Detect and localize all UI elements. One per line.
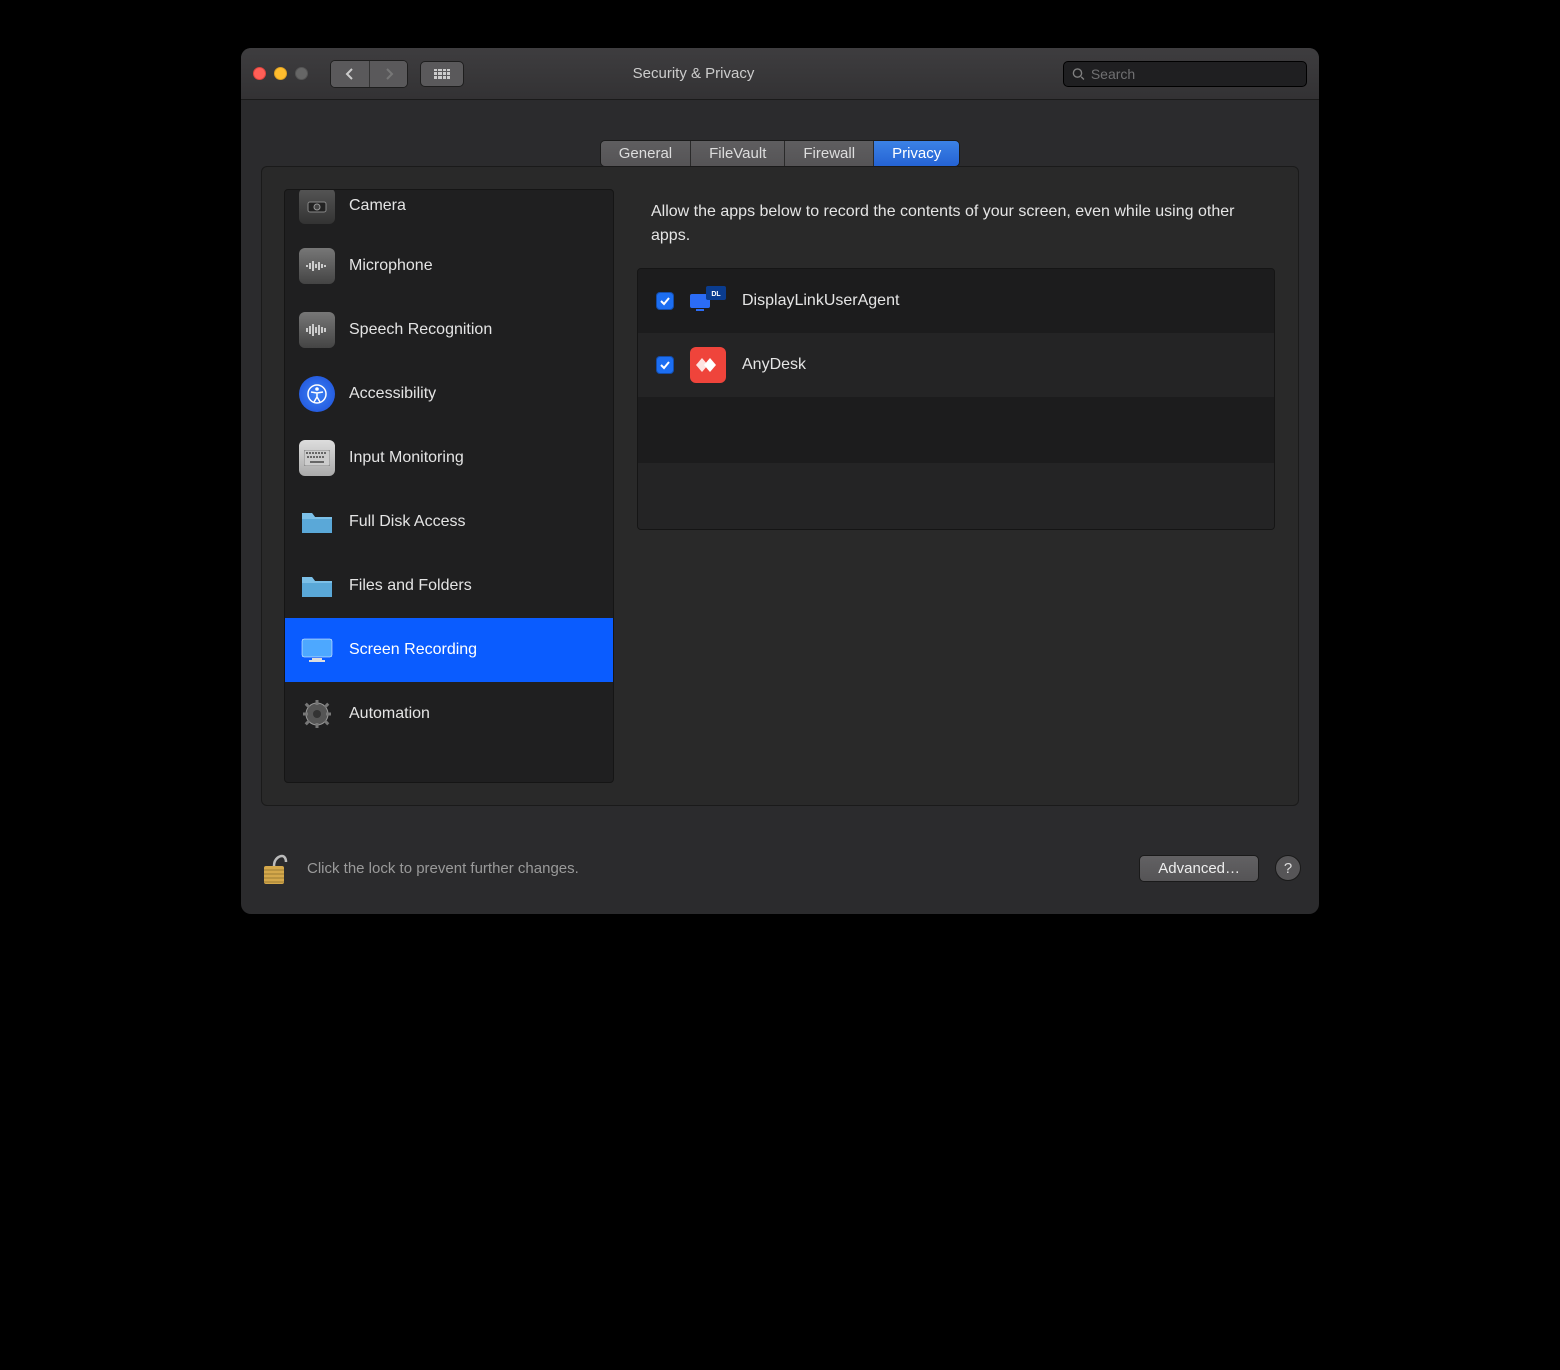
close-window-button[interactable] (253, 67, 266, 80)
app-row-displaylink[interactable]: DL DisplayLinkUserAgent (638, 269, 1274, 333)
sidebar-item-automation[interactable]: Automation (285, 682, 613, 746)
app-row-empty (638, 463, 1274, 529)
tab-general[interactable]: General (601, 141, 690, 166)
main-pane: Allow the apps below to record the conte… (636, 189, 1276, 783)
camera-icon (299, 189, 335, 224)
sidebar-item-label: Camera (349, 197, 406, 215)
sidebar-item-label: Microphone (349, 257, 433, 275)
folder-icon (299, 504, 335, 540)
search-field[interactable] (1063, 61, 1307, 87)
zoom-window-button[interactable] (295, 67, 308, 80)
app-row-anydesk[interactable]: AnyDesk (638, 333, 1274, 397)
privacy-panel: Camera Microphone Speech Recognition (261, 166, 1299, 806)
sidebar-item-label: Files and Folders (349, 577, 472, 595)
displaylink-icon: DL (690, 283, 726, 319)
sidebar-item-microphone[interactable]: Microphone (285, 234, 613, 298)
lock-description: Click the lock to prevent further change… (307, 860, 1123, 877)
app-list: DL DisplayLinkUserAgent AnyDesk (637, 268, 1275, 530)
privacy-category-list[interactable]: Camera Microphone Speech Recognition (284, 189, 614, 783)
app-checkbox[interactable] (656, 356, 674, 374)
sidebar-item-label: Full Disk Access (349, 513, 465, 531)
checkmark-icon (659, 359, 671, 371)
microphone-icon (299, 248, 335, 284)
tab-privacy[interactable]: Privacy (873, 141, 959, 166)
sidebar-item-label: Accessibility (349, 385, 436, 403)
sidebar-item-input-monitoring[interactable]: Input Monitoring (285, 426, 613, 490)
advanced-button[interactable]: Advanced… (1139, 855, 1259, 882)
tab-firewall[interactable]: Firewall (784, 141, 873, 166)
lock-open-icon (260, 850, 290, 888)
anydesk-icon (690, 347, 726, 383)
sidebar-item-label: Speech Recognition (349, 321, 492, 339)
sidebar-item-camera[interactable]: Camera (285, 190, 613, 234)
traffic-lights (253, 67, 308, 80)
search-input[interactable] (1091, 66, 1298, 82)
minimize-window-button[interactable] (274, 67, 287, 80)
content-area: General FileVault Firewall Privacy Camer… (241, 100, 1319, 826)
tab-bar: General FileVault Firewall Privacy (261, 140, 1299, 167)
preferences-window: Security & Privacy General FileVault Fir… (241, 48, 1319, 914)
sidebar-item-label: Screen Recording (349, 641, 477, 659)
lock-button[interactable] (259, 848, 291, 888)
sidebar-item-accessibility[interactable]: Accessibility (285, 362, 613, 426)
display-icon (299, 632, 335, 668)
app-checkbox[interactable] (656, 292, 674, 310)
app-row-empty (638, 397, 1274, 463)
titlebar: Security & Privacy (241, 48, 1319, 100)
folder-icon (299, 568, 335, 604)
sidebar-item-files-and-folders[interactable]: Files and Folders (285, 554, 613, 618)
search-icon (1072, 67, 1085, 81)
sidebar-item-full-disk-access[interactable]: Full Disk Access (285, 490, 613, 554)
app-name: AnyDesk (742, 356, 806, 374)
sidebar-item-speech-recognition[interactable]: Speech Recognition (285, 298, 613, 362)
app-name: DisplayLinkUserAgent (742, 292, 899, 310)
checkmark-icon (659, 295, 671, 307)
keyboard-icon (299, 440, 335, 476)
sidebar-item-label: Automation (349, 705, 430, 723)
accessibility-icon (299, 376, 335, 412)
waveform-icon (299, 312, 335, 348)
help-button[interactable]: ? (1275, 855, 1301, 881)
tab-filevault[interactable]: FileVault (690, 141, 784, 166)
footer: Click the lock to prevent further change… (241, 826, 1319, 914)
gear-icon (299, 696, 335, 732)
window-title: Security & Privacy (336, 65, 1051, 82)
sidebar-item-screen-recording[interactable]: Screen Recording (285, 618, 613, 682)
svg-text:DL: DL (711, 291, 721, 298)
pane-description: Allow the apps below to record the conte… (637, 190, 1275, 268)
sidebar-item-label: Input Monitoring (349, 449, 464, 467)
